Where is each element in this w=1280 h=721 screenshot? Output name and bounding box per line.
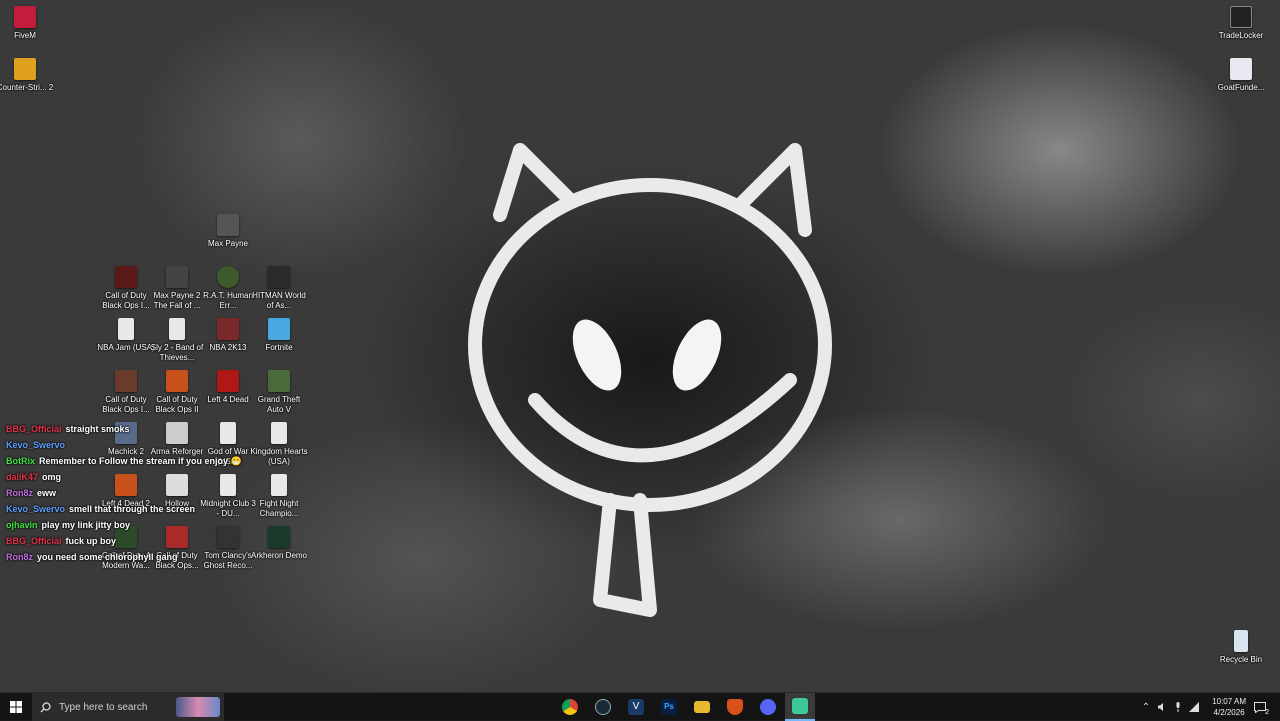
wifi-icon: [1189, 702, 1199, 712]
chat-username: Kevo_Swervo: [6, 504, 66, 514]
show-hidden-icons-button[interactable]: ⌃: [1138, 693, 1154, 721]
chat-text: you need some chlorophyll gang: [37, 552, 178, 562]
fivem-icon: [14, 6, 36, 28]
chat-message: ojhavin play my link jitty boy: [6, 517, 306, 533]
clock-time: 10:07 AM: [1212, 697, 1246, 706]
visual-studio-code-icon: V: [628, 699, 644, 715]
chat-message: BBG_Officiai straight smoks: [6, 421, 306, 437]
chat-username: Kevo_Swervo: [6, 440, 66, 450]
taskbar-app-steam[interactable]: [587, 693, 619, 721]
desktop-icon-tradelocker[interactable]: TradeLocker: [1211, 6, 1271, 41]
left-4-dead-icon: [217, 370, 239, 392]
stream-chat-overlay: BBG_Officiai straight smoks Kevo_Swervo B…: [6, 421, 306, 565]
chat-text: eww: [37, 488, 57, 498]
rat-icon: [217, 266, 239, 288]
start-button[interactable]: [0, 693, 32, 721]
desktop-icon-recycle-bin[interactable]: Recycle Bin: [1211, 630, 1271, 665]
gta-v-icon: [268, 370, 290, 392]
chat-text: straight smoks: [65, 424, 130, 434]
discord-icon: [760, 699, 776, 715]
file-explorer-icon: [694, 701, 710, 713]
desktop-icon-counter-strike-2[interactable]: Counter-Stri... 2: [0, 58, 55, 93]
microphone-icon: [1176, 702, 1180, 712]
desktop-icon-fivem[interactable]: FiveM: [0, 6, 55, 41]
desktop-icon-hitman[interactable]: HITMAN World of As...: [249, 266, 309, 311]
desktop-icon-gta-v[interactable]: Grand Theft Auto V: [249, 370, 309, 415]
goatfunded-icon: [1230, 58, 1252, 80]
photoshop-icon: Ps: [661, 699, 677, 715]
brave-icon: [727, 699, 743, 715]
tradelocker-icon: [1230, 6, 1252, 28]
chat-message: Kevo_Swervo smell that through the screen: [6, 501, 306, 517]
taskbar-app-visual-studio-code[interactable]: V: [620, 693, 652, 721]
chat-text: omg: [42, 472, 62, 482]
chat-message: Ron8z eww: [6, 485, 306, 501]
cod-black-ops-icon: [115, 266, 137, 288]
chat-message: Kevo_Swervo: [6, 437, 306, 453]
taskbar-app-discord[interactable]: [752, 693, 784, 721]
speaker-icon: [1158, 703, 1163, 711]
nba2k13-icon: [217, 318, 239, 340]
chat-username: Ron8z: [6, 488, 33, 498]
chat-message: daiiK47 omg: [6, 469, 306, 485]
taskbar-app-chrome[interactable]: [554, 693, 586, 721]
chat-username: daiiK47: [6, 472, 39, 482]
desktop[interactable]: FiveM Counter-Stri... 2 TradeLocker Goat…: [0, 0, 1280, 692]
desktop-icon-fortnite[interactable]: Fortnite: [249, 318, 309, 353]
file-icon: [118, 318, 134, 340]
chat-text: smell that through the screen: [69, 504, 196, 514]
chat-text: fuck up boy: [65, 536, 117, 546]
max-payne-2-icon: [166, 266, 188, 288]
cod-black-ops-icon: [115, 370, 137, 392]
desktop-icon-goatfunded[interactable]: GoatFunde...: [1211, 58, 1271, 93]
max-payne-icon: [217, 214, 239, 236]
search-icon: [40, 701, 51, 712]
fortnite-icon: [268, 318, 290, 340]
chat-username: Ron8z: [6, 552, 33, 562]
chat-text: Remember to Follow the stream if you enj…: [39, 456, 242, 466]
chevron-up-icon: ⌃: [1141, 701, 1151, 713]
file-icon: [169, 318, 185, 340]
chat-text: play my link jitty boy: [41, 520, 131, 530]
chat-message: BotRix Remember to Follow the stream if y…: [6, 453, 306, 469]
notification-center-button[interactable]: 2: [1248, 693, 1272, 721]
taskbar-clock[interactable]: 10:07 AM 4/2/2026: [1212, 696, 1246, 718]
active-app-icon: [792, 698, 808, 714]
clock-date: 4/2/2026: [1213, 708, 1245, 717]
taskbar: Type here to search V Ps ⌃ 10:07 AM 4/2/…: [0, 692, 1280, 721]
hitman-icon: [268, 266, 290, 288]
taskbar-app-active[interactable]: [785, 693, 815, 721]
windows-icon: [10, 701, 22, 713]
taskbar-app-file-explorer[interactable]: [686, 693, 718, 721]
steam-icon: [595, 699, 611, 715]
taskbar-app-photoshop[interactable]: Ps: [653, 693, 685, 721]
cod-black-ops-2-icon: [166, 370, 188, 392]
chrome-icon: [562, 699, 578, 715]
volume-button[interactable]: [1154, 693, 1170, 721]
chat-username: BBG_Officiai: [6, 424, 62, 434]
taskbar-search-box[interactable]: Type here to search: [32, 693, 224, 721]
search-placeholder: Type here to search: [59, 701, 148, 713]
chat-message: Ron8z you need some chlorophyll gang: [6, 549, 306, 565]
chat-message: BBG_Officiai fuck up boy: [6, 533, 306, 549]
microphone-button[interactable]: [1170, 693, 1186, 721]
search-highlight-image: [176, 697, 220, 717]
chat-username: BotRix: [6, 456, 35, 466]
network-button[interactable]: [1186, 693, 1202, 721]
chat-username: BBG_Officiai: [6, 536, 62, 546]
notification-count: 2: [1265, 709, 1269, 716]
chat-username: ojhavin: [6, 520, 38, 530]
recycle-bin-icon: [1234, 630, 1248, 652]
counter-strike-icon: [14, 58, 36, 80]
desktop-icon-max-payne[interactable]: Max Payne: [198, 214, 258, 249]
taskbar-app-brave[interactable]: [719, 693, 751, 721]
